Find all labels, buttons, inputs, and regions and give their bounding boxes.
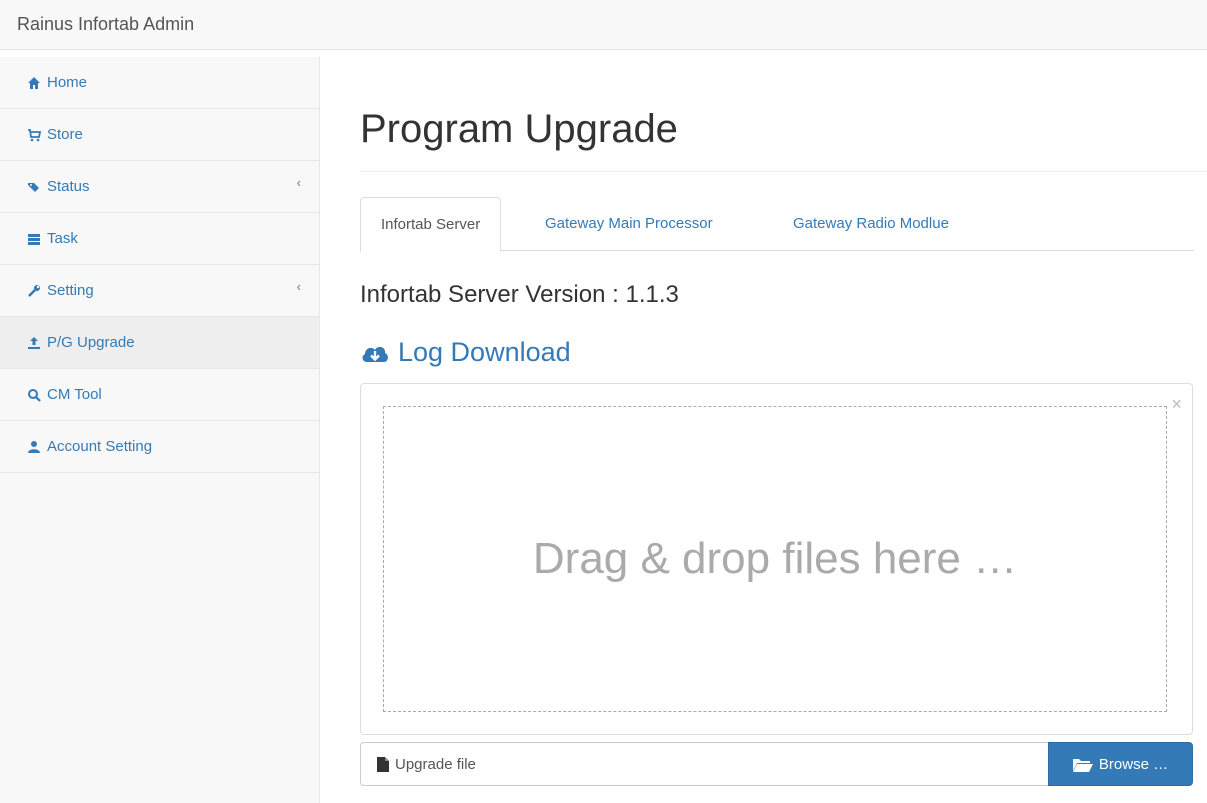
user-icon [27, 440, 41, 454]
page-title: Program Upgrade [360, 107, 678, 151]
search-icon [27, 388, 41, 402]
top-navbar: Rainus Infortab Admin [0, 0, 1207, 50]
tab-gateway-radio-module[interactable]: Gateway Radio Modlue [773, 197, 969, 251]
cloud-download-icon [360, 340, 390, 366]
sidebar-item-label: CM Tool [47, 386, 102, 403]
wrench-icon [27, 284, 41, 298]
chevron-left-icon[interactable]: ‹ [297, 175, 301, 190]
file-drop-zone[interactable]: Drag & drop files here … [383, 406, 1167, 712]
sidebar-item-label: Account Setting [47, 438, 153, 455]
tags-icon [27, 180, 41, 194]
upgrade-file-field[interactable]: Upgrade file [360, 742, 1049, 786]
tab-gateway-main-processor[interactable]: Gateway Main Processor [525, 197, 733, 251]
home-icon [27, 76, 41, 90]
file-input-group: Upgrade file Browse … [360, 742, 1194, 786]
sidebar-item-label: Setting [47, 282, 94, 299]
browse-button[interactable]: Browse … [1048, 742, 1193, 786]
sidebar-item-setting[interactable]: Setting ‹ [0, 265, 319, 317]
drop-zone-text: Drag & drop files here … [532, 534, 1018, 583]
upgrade-file-placeholder: Upgrade file [395, 755, 476, 773]
tab-infortab-server[interactable]: Infortab Server [360, 197, 502, 252]
sidebar-item-label: Status [47, 178, 90, 195]
title-divider [360, 171, 1207, 172]
sidebar-item-label: Home [47, 74, 88, 91]
sidebar-item-label: Store [47, 126, 83, 143]
sidebar-item-cm-tool[interactable]: CM Tool [0, 369, 319, 421]
chevron-left-icon[interactable]: ‹ [297, 279, 301, 294]
file-drop-panel: × Drag & drop files here … [360, 383, 1193, 735]
sidebar-item-home[interactable]: Home [0, 57, 319, 109]
cart-icon [27, 128, 41, 142]
sidebar-item-task[interactable]: Task [0, 213, 319, 265]
browse-button-label: Browse … [1098, 755, 1169, 773]
tab-bar: Infortab Server Gateway Main Processor G… [360, 197, 1194, 252]
list-icon [27, 232, 41, 246]
sidebar-item-store[interactable]: Store [0, 109, 319, 161]
upload-icon [27, 336, 41, 350]
log-download-label: Log Download [398, 337, 571, 367]
sidebar-item-label: P/G Upgrade [47, 334, 135, 351]
file-icon [377, 756, 389, 772]
folder-open-icon [1072, 757, 1093, 772]
brand-title[interactable]: Rainus Infortab Admin [17, 14, 194, 35]
log-download-link[interactable]: Log Download [360, 337, 571, 368]
sidebar-item-account-setting[interactable]: Account Setting [0, 421, 319, 473]
sidebar-item-status[interactable]: Status ‹ [0, 161, 319, 213]
sidebar-item-pg-upgrade[interactable]: P/G Upgrade [0, 317, 319, 369]
server-version: Infortab Server Version : 1.1.3 [360, 281, 679, 308]
close-icon[interactable]: × [1171, 394, 1182, 415]
sidebar-item-label: Task [47, 230, 78, 247]
sidebar: Home Store Status ‹ Task Setting ‹ P/G U… [0, 57, 320, 803]
